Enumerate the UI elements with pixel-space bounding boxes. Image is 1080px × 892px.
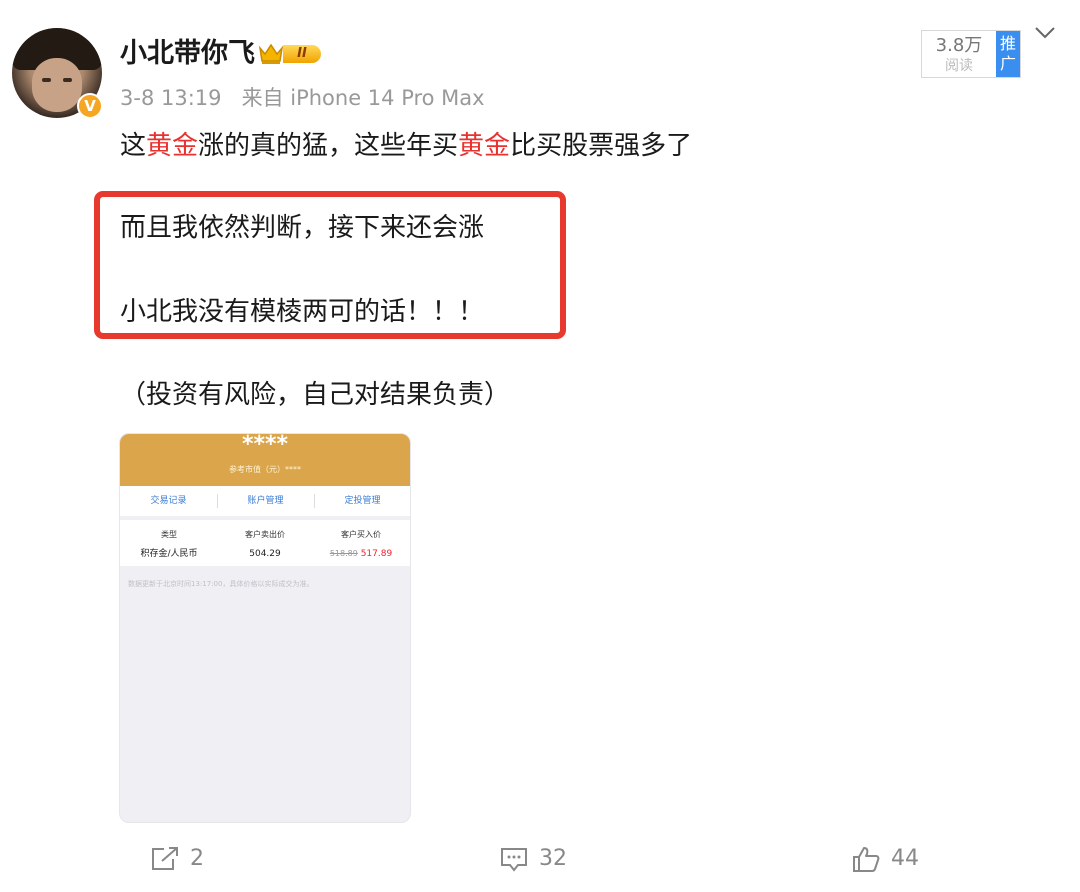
text-segment: 涨的真的猛，这些年买 xyxy=(198,131,459,161)
cell-sell-price: 504.29 xyxy=(249,549,281,559)
masked-balance: **** xyxy=(241,433,289,457)
username[interactable]: 小北带你飞 xyxy=(120,36,255,72)
avatar-eye xyxy=(63,78,72,82)
attached-image[interactable]: **** 参考市值（元）**** 交易记录 账户管理 定投管理 类型 客户卖出价… xyxy=(119,433,411,823)
share-icon xyxy=(152,847,178,870)
text-segment: 这 xyxy=(120,131,147,161)
gold-hashtag-link[interactable]: 黄金 xyxy=(458,131,510,161)
like-icon xyxy=(853,847,880,872)
share-count: 2 xyxy=(190,846,204,871)
post-meta: 3-8 13:19 来自 iPhone 14 Pro Max xyxy=(120,84,485,112)
crown-icon xyxy=(258,43,284,64)
post-text-line-3: 小北我没有模棱两可的话！！！ xyxy=(120,297,485,327)
read-count-box[interactable]: 3.8万 阅读 推广 xyxy=(921,30,1021,78)
read-count: 3.8万 xyxy=(935,35,983,56)
image-tabs: 交易记录 账户管理 定投管理 xyxy=(120,486,410,516)
post-text-line-4: （投资有风险，自己对结果负责） xyxy=(120,380,511,410)
column-header: 客户卖出价 xyxy=(245,530,285,539)
text-segment: 比买股票强多了 xyxy=(510,131,693,161)
share-button[interactable]: 2 xyxy=(150,844,204,874)
cell-buy-price: 518.89 517.89 xyxy=(316,548,406,560)
reference-value-label: 参考市值（元）**** xyxy=(229,465,301,474)
like-count: 44 xyxy=(891,846,919,871)
price-table: 类型 客户卖出价 客户买入价 积存金/人民币 504.29 518.89 517… xyxy=(120,520,410,566)
member-level-badge[interactable]: II xyxy=(283,45,321,63)
image-tab: 账户管理 xyxy=(247,496,284,506)
gold-hashtag-link[interactable]: 黄金 xyxy=(146,131,198,161)
column-header: 客户买入价 xyxy=(341,530,381,539)
old-buy-price: 518.89 xyxy=(329,549,358,558)
avatar-face xyxy=(32,58,82,112)
image-tab: 交易记录 xyxy=(150,496,187,506)
avatar-eye xyxy=(42,78,51,82)
verified-badge-icon: V xyxy=(77,93,103,119)
comment-count: 32 xyxy=(539,846,567,871)
read-label: 阅读 xyxy=(945,58,973,74)
promote-button[interactable]: 推广 xyxy=(996,31,1020,77)
post-text-line-1: 这黄金涨的真的猛，这些年买黄金比买股票强多了 xyxy=(120,128,692,164)
cell-type: 积存金/人民币 xyxy=(140,549,198,559)
comment-button[interactable]: 32 xyxy=(499,844,567,874)
comment-icon xyxy=(501,848,527,872)
update-note: 数据更新于北京时间13:17:00，具体价格以实际成交为准。 xyxy=(128,580,314,588)
post-text-line-2: 而且我依然判断，接下来还会涨 xyxy=(120,213,485,243)
post-source: 来自 iPhone 14 Pro Max xyxy=(241,86,485,110)
image-tab: 定投管理 xyxy=(344,496,381,506)
post-timestamp: 3-8 13:19 xyxy=(120,86,222,110)
like-button[interactable]: 44 xyxy=(851,844,919,874)
column-header: 类型 xyxy=(161,530,177,539)
chevron-down-icon[interactable] xyxy=(1034,26,1056,40)
new-buy-price: 517.89 xyxy=(360,549,393,559)
